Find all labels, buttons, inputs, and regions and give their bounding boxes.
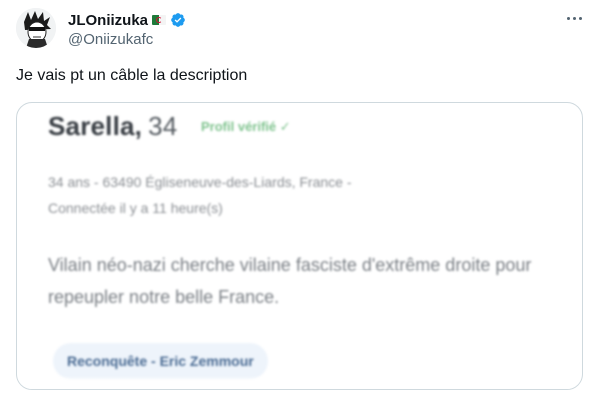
profile-description: Vilain néo-nazi cherche vilaine fasciste…	[48, 255, 532, 307]
author-handle[interactable]: @Oniizukafc	[68, 31, 186, 48]
tweet-author[interactable]: JLOniizuka @Oniizukafc	[68, 10, 186, 48]
profile-verified-badge: Profil vérifié ✓	[201, 119, 291, 134]
media-bottom-fade	[17, 375, 582, 389]
verified-badge-icon[interactable]	[170, 12, 186, 28]
tweet-text: Je vais pt un câble la description	[16, 67, 248, 84]
profile-meta: 34 ans - 63490 Égliseneuve-des-Liards, F…	[48, 169, 478, 221]
profile-tag-pill: Reconquête - Eric Zemmour	[53, 343, 268, 379]
profile-name: Sarella, 34	[48, 111, 178, 141]
algeria-flag-icon	[152, 15, 167, 25]
blurred-profile-screenshot: Sarella, 34 Profil vérifié ✓ 34 ans - 634…	[17, 103, 582, 389]
profile-age: 34	[148, 111, 178, 141]
more-options-icon[interactable]	[562, 10, 586, 26]
avatar[interactable]	[16, 8, 56, 48]
tweet-media-image[interactable]: Sarella, 34 Profil vérifié ✓ 34 ans - 634…	[16, 102, 583, 390]
author-display-name[interactable]: JLOniizuka	[68, 12, 148, 29]
avatar-image	[16, 8, 56, 48]
profile-meta-line2: Connectée il y a 11 heure(s)	[48, 200, 223, 216]
profile-meta-line1: 34 ans - 63490 Égliseneuve-des-Liards, F…	[48, 174, 352, 190]
